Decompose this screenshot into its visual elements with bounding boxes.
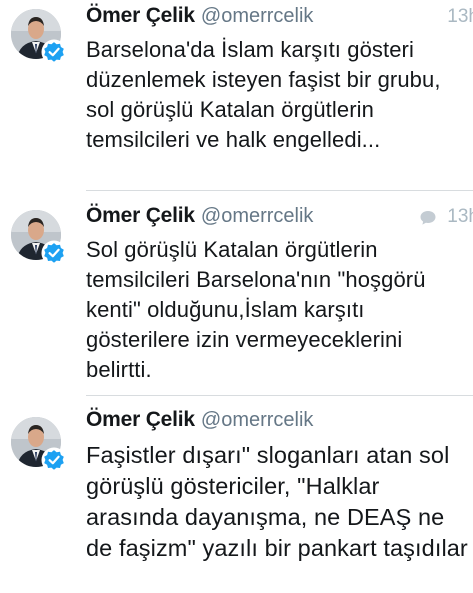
tweet-text: Faşistler dışarı" sloganları atan sol gö…	[86, 442, 468, 561]
tweet-header: Ömer Çelik @omerrcelik	[86, 408, 473, 438]
avatar-container[interactable]	[11, 210, 71, 270]
tweet-content: Ömer Çelik @omerrcelik Faşistler dışarı" …	[86, 396, 473, 564]
verified-badge-icon	[41, 447, 67, 473]
tweet-text: Sol görüşlü Katalan örgütlerin temsilcil…	[86, 237, 432, 382]
verified-badge-icon	[41, 240, 67, 266]
tweet[interactable]: Ömer Çelik @omerrcelik 13h Sol görüşlü Ka…	[0, 191, 473, 395]
tweet-timestamp: 13h	[447, 6, 473, 27]
author-handle[interactable]: @omerrcelik	[201, 205, 314, 227]
author-name[interactable]: Ömer Çelik	[86, 4, 195, 27]
speech-bubble-icon	[420, 211, 436, 225]
tweet-timestamp: 13h	[447, 206, 473, 227]
tweet-content: Ömer Çelik @omerrcelik 13h Sol görüşlü Ka…	[86, 191, 473, 385]
tweet-header: Ömer Çelik @omerrcelik 13h	[86, 204, 473, 234]
avatar-container[interactable]	[11, 9, 71, 69]
tweet-header: Ömer Çelik @omerrcelik 13h	[86, 4, 473, 34]
tweet[interactable]: Ömer Çelik @omerrcelik Faşistler dışarı" …	[0, 396, 473, 593]
tweet[interactable]: Ömer Çelik @omerrcelik 13h Barselona'da İ…	[0, 0, 473, 190]
verified-badge-icon	[41, 39, 67, 65]
tweet-timeline: Ömer Çelik @omerrcelik 13h Barselona'da İ…	[0, 0, 473, 593]
author-handle[interactable]: @omerrcelik	[201, 409, 314, 431]
tweet-content: Ömer Çelik @omerrcelik 13h Barselona'da İ…	[86, 0, 473, 155]
author-name[interactable]: Ömer Çelik	[86, 204, 195, 227]
author-handle[interactable]: @omerrcelik	[201, 5, 314, 27]
avatar-container[interactable]	[11, 417, 71, 477]
author-name[interactable]: Ömer Çelik	[86, 408, 195, 431]
tweet-text: Barselona'da İslam karşıtı gösteri düzen…	[86, 37, 447, 152]
